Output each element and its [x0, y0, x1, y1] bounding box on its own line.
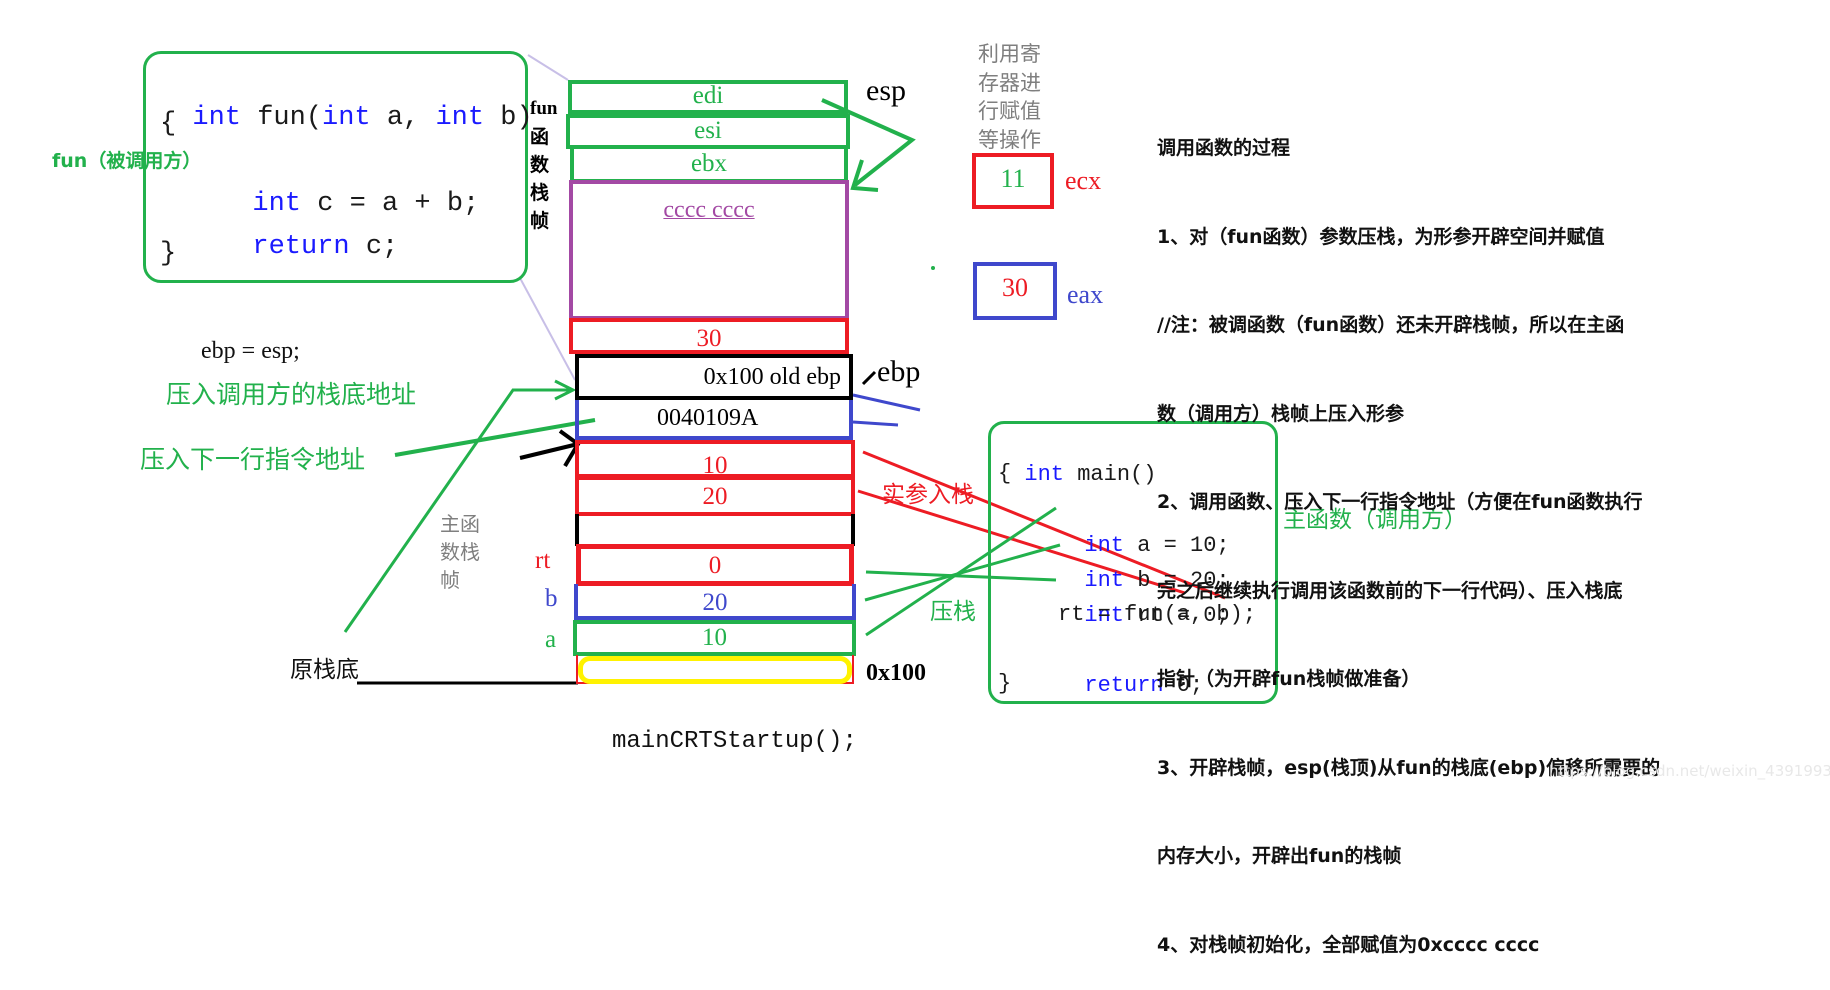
push-next-instr-arrow: [394, 418, 596, 457]
var-label-b: b: [545, 585, 558, 612]
main-code-line-0: int main(): [998, 421, 1156, 493]
slot-value: cccc cccc: [663, 197, 755, 223]
steps-line: 2、调用函数、压入下一行指令地址（方便在fun函数执行: [1157, 491, 1643, 513]
code-text: c;: [349, 232, 399, 262]
slot-value: 30: [696, 325, 722, 352]
zoom-line-bottom: [519, 277, 576, 381]
main-code-line-1: {: [998, 461, 1012, 486]
ebp-blue-line-2: [852, 420, 899, 427]
args-push-label: 实参入栈: [882, 482, 974, 508]
code-text: main(): [1064, 462, 1157, 487]
register-note-line: 行赋值: [978, 99, 1041, 123]
push-next-instr-label: 压入下一行指令地址: [140, 445, 366, 474]
code-keyword: int: [192, 103, 242, 133]
steps-line: //注：被调函数（fun函数）还未开辟栈帧，所以在主函: [1157, 314, 1625, 336]
register-ecx-name: ecx: [1065, 166, 1102, 195]
slot-value: 10: [702, 452, 728, 479]
steps-title: 调用函数的过程: [1157, 137, 1291, 159]
steps-line: 内存大小，开辟出fun的栈帧: [1157, 845, 1402, 867]
code-keyword: int: [1024, 462, 1065, 487]
var-label-a: a: [545, 626, 557, 653]
code-text: b): [484, 103, 533, 133]
fun-frame-label: fun 函 数 栈 帧: [530, 95, 570, 235]
code-text: fun(: [241, 103, 323, 133]
push-caller-ebp-label: 压入调用方的栈底地址: [166, 380, 417, 409]
stack-slot-arg-b: 20: [575, 476, 855, 516]
ebp-eq-esp-label: ebp = esp;: [201, 338, 300, 364]
register-eax-box: 30: [973, 262, 1057, 320]
fun-code-line-4: }: [160, 239, 177, 269]
code-keyword: int: [435, 103, 485, 133]
steps-line: 指针（为开辟fun栈帧做准备）: [1157, 668, 1421, 690]
register-eax-name: eax: [1067, 280, 1104, 309]
steps-line: 完之后继续执行调用该函数前的下一行代码）、压入栈底: [1157, 579, 1623, 602]
code-keyword: int: [322, 103, 371, 133]
ebp-blue-line-1: [852, 393, 921, 412]
slot-value: 0: [708, 552, 722, 579]
stack-slot-arg-a: 10: [575, 440, 855, 479]
main-frame-label-line: 帧: [440, 568, 460, 592]
stack-slot-old-ebp: 0x100 old ebp: [575, 354, 853, 400]
main-frame-label-line: 主函: [440, 512, 480, 536]
stack-slot-local-init: cccc cccc: [569, 180, 849, 320]
code-keyword: return: [1084, 673, 1164, 698]
fun-code-line-3: return c;: [220, 193, 398, 265]
fun-frame-label-char: 栈: [530, 182, 550, 204]
register-eax-value: 30: [1002, 273, 1028, 302]
push-label: 压栈: [930, 599, 976, 625]
fun-frame-label-char: fun: [530, 98, 558, 119]
zoom-line-top: [527, 54, 569, 81]
fun-frame-label-char: 数: [530, 154, 550, 176]
orig-base-label: 原栈底: [290, 657, 359, 683]
slot-value: 0x100 old ebp: [703, 364, 841, 390]
slot-value: ebx: [690, 150, 728, 177]
stack-slot-empty: [575, 514, 855, 546]
main-frame-label-line: 数栈: [440, 540, 480, 564]
ebp-pointer: [861, 370, 877, 386]
register-note-line: 等操作: [978, 127, 1041, 152]
code-keyword: return: [252, 232, 350, 262]
stack-slot-edi: edi: [568, 80, 848, 114]
register-note-line: 存器进: [978, 70, 1041, 95]
register-ecx-box: 11: [972, 153, 1054, 209]
stack-slot-esi: esi: [566, 114, 850, 149]
fun-caption: fun（被调用方）: [52, 150, 202, 172]
fun-code-line-0: int fun(int a, int b): [160, 64, 533, 136]
slot-value: 0040109A: [657, 405, 759, 431]
slot-value: esi: [694, 117, 722, 144]
code-text: a,: [370, 103, 436, 133]
stack-slot-ebx: ebx: [570, 149, 848, 183]
slot-value: edi: [692, 82, 724, 109]
register-note: 利用寄 存器进 行赋值 等操作: [978, 40, 1058, 154]
stack-slot-ret-val: 30: [569, 318, 849, 354]
stack-slot-ret-addr: 0040109A: [575, 400, 853, 440]
stack-slot-rt: 0: [576, 544, 854, 586]
stray-dot: [931, 266, 935, 270]
fun-code-line-1: {: [160, 109, 177, 139]
register-note-line: 利用寄: [978, 42, 1041, 66]
esp-label: esp: [866, 74, 906, 107]
steps-panel: 调用函数的过程 1、对（fun函数）参数压栈，为形参开辟空间并赋值 //注：被调…: [1157, 75, 1660, 990]
fun-frame-label-char: 函: [530, 126, 550, 148]
steps-line: 1、对（fun函数）参数压栈，为形参开辟空间并赋值: [1157, 225, 1605, 248]
base-address-label: 0x100: [866, 660, 926, 686]
slot-value: 20: [702, 589, 728, 616]
steps-line: 数（调用方）栈帧上压入形参: [1157, 402, 1405, 425]
ebp-label: ebp: [877, 355, 921, 388]
slot-value: 20: [702, 483, 728, 510]
main-frame-label: 主函 数栈 帧: [440, 510, 500, 594]
main-code-line-7: }: [998, 671, 1012, 696]
watermark: https://blog.csdn.net/weixin_43919932: [1549, 762, 1830, 780]
stack-slot-a: 10: [573, 620, 856, 656]
register-ecx-value: 11: [1000, 164, 1026, 193]
var-label-rt: rt: [535, 547, 551, 574]
steps-line: 4、对栈帧初始化，全部赋值为0xcccc cccc: [1157, 933, 1540, 956]
stack-slot-b: 20: [574, 584, 856, 620]
fun-frame-label-char: 帧: [530, 210, 550, 232]
slot-value: 10: [702, 624, 727, 651]
crt-startup-label: mainCRTStartup();: [612, 728, 857, 755]
stack-base-highlight: [578, 656, 852, 684]
